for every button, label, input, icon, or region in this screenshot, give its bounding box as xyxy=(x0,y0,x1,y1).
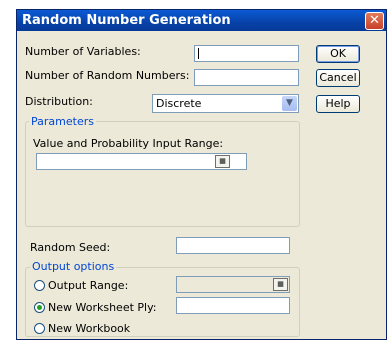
close-button[interactable]: ✕ xyxy=(365,12,384,30)
text-caret xyxy=(198,48,199,59)
new-worksheet-radio[interactable] xyxy=(34,302,45,313)
range-label: Value and Probability Input Range: xyxy=(33,137,224,150)
ok-button[interactable]: OK xyxy=(316,45,360,63)
random-number-generation-dialog: Random Number Generation ✕ Number of Var… xyxy=(16,9,387,340)
new-workbook-label: New Workbook xyxy=(48,322,131,335)
num-variables-input[interactable] xyxy=(194,45,299,62)
new-worksheet-label: New Worksheet Ply: xyxy=(48,301,157,314)
new-worksheet-input[interactable] xyxy=(176,297,290,314)
dialog-content: Number of Variables: Number of Random Nu… xyxy=(17,31,386,339)
output-range-label: Output Range: xyxy=(48,279,129,292)
title-bar[interactable]: Random Number Generation ✕ xyxy=(17,10,386,31)
dialog-title: Random Number Generation xyxy=(22,13,231,28)
output-range-ref-icon[interactable]: ▦ xyxy=(273,278,288,291)
distribution-label: Distribution: xyxy=(25,95,93,108)
num-random-label: Number of Random Numbers: xyxy=(25,69,190,82)
num-random-input[interactable] xyxy=(194,69,299,86)
radio-selected-dot xyxy=(37,305,42,310)
random-seed-label: Random Seed: xyxy=(30,241,111,254)
parameters-legend: Parameters xyxy=(29,115,96,128)
num-variables-label: Number of Variables: xyxy=(25,45,141,58)
output-options-legend: Output options xyxy=(30,260,117,273)
distribution-value: Discrete xyxy=(156,97,202,110)
output-range-radio[interactable] xyxy=(34,280,45,291)
random-seed-input[interactable] xyxy=(176,237,290,254)
chevron-down-icon[interactable]: ▼ xyxy=(282,96,297,111)
close-icon: ✕ xyxy=(369,13,380,28)
new-workbook-radio[interactable] xyxy=(34,323,45,334)
distribution-select[interactable]: Discrete ▼ xyxy=(152,94,299,113)
range-ref-icon[interactable]: ▦ xyxy=(215,155,230,168)
cancel-button[interactable]: Cancel xyxy=(316,69,360,87)
help-button[interactable]: Help xyxy=(316,95,360,113)
